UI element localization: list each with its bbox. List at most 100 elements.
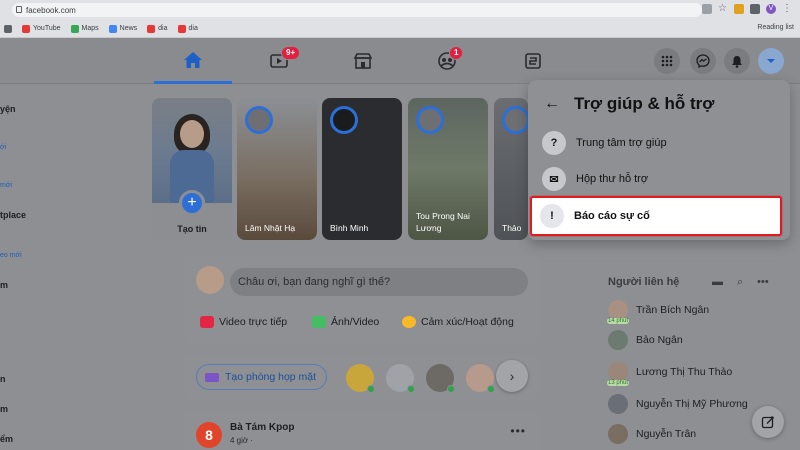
story-avatar	[330, 106, 358, 134]
sidebar-item-7[interactable]: n	[0, 374, 6, 384]
help-center-item[interactable]: ? Trung tâm trợ giúp	[538, 126, 782, 160]
marketplace-icon	[353, 53, 373, 69]
bookmark-dia-2[interactable]: dia	[177, 24, 198, 33]
story-avatar	[245, 106, 273, 134]
facebook-top-nav: 9+ 1	[0, 38, 800, 84]
sidebar-item-3[interactable]: mới	[0, 182, 12, 189]
feeling-activity-button[interactable]: Cảm xúc/Hoạt động	[402, 316, 514, 328]
exclamation-icon: !	[540, 204, 564, 228]
tab-groups[interactable]: 1	[408, 38, 486, 84]
contact-item[interactable]: 13 phút Lương Thị Thu Thảo	[607, 362, 732, 386]
puzzle-icon[interactable]	[750, 4, 760, 14]
extension-icon[interactable]	[734, 4, 744, 14]
post-time[interactable]: 4 giờ ·	[230, 436, 253, 445]
avatar[interactable]	[196, 266, 224, 294]
sidebar-item-2[interactable]: ới	[0, 144, 6, 151]
tab-home[interactable]	[154, 38, 232, 84]
story-name: Thảo	[502, 223, 522, 233]
story-name: Tou Prong Nai Lương	[416, 211, 470, 233]
story-avatar	[416, 106, 444, 134]
new-message-button[interactable]	[752, 406, 784, 438]
tab-watch[interactable]: 9+	[240, 38, 318, 84]
avatar[interactable]	[346, 364, 375, 393]
story-name: Lâm Nhật Hạ	[245, 223, 296, 233]
caret-down-icon	[767, 59, 775, 63]
post-author[interactable]: Bà Tám Kpop	[230, 422, 294, 433]
more-icon[interactable]: •••	[757, 276, 769, 289]
browser-toolbar: facebook.com ☆ V ⋮	[0, 0, 800, 20]
contact-item[interactable]: Nguyễn Thị Mỹ Phương	[608, 394, 748, 414]
menu-header: ← Trợ giúp & hỗ trợ	[544, 94, 714, 114]
translate-icon[interactable]	[702, 4, 712, 14]
bookmark-apps[interactable]	[4, 24, 12, 33]
sidebar-item-9[interactable]: ểm	[0, 434, 13, 444]
sidebar-item-6[interactable]: m	[0, 280, 8, 290]
groups-icon: 1	[437, 46, 464, 70]
star-icon[interactable]: ☆	[718, 4, 728, 14]
back-arrow-icon[interactable]: ←	[544, 95, 560, 113]
avatar	[608, 394, 628, 414]
sidebar-item-marketplace[interactable]: tplace	[0, 210, 26, 220]
tab-gaming[interactable]	[494, 38, 572, 84]
sidebar-item-8[interactable]: m	[0, 404, 8, 414]
story-name: Bình Minh	[330, 223, 369, 233]
bookmark-news[interactable]: News	[108, 24, 137, 33]
contact-item[interactable]: Nguyễn Trân	[608, 424, 696, 444]
photo-icon	[312, 316, 326, 328]
video-camera-icon	[205, 372, 219, 382]
composer-input[interactable]: Châu ơi, bạn đang nghĩ gì thế?	[230, 268, 528, 296]
menu-title: Trợ giúp & hỗ trợ	[574, 94, 715, 113]
grid-icon	[661, 55, 673, 67]
contacts-actions: ▬ ⌕ •••	[712, 276, 769, 289]
story-card[interactable]: Lâm Nhật Hạ	[237, 98, 317, 240]
contacts-title: Người liên hệ	[608, 276, 680, 288]
mail-icon: ✉	[542, 167, 566, 191]
edit-icon	[761, 416, 774, 429]
avatar[interactable]	[466, 364, 495, 393]
more-options-icon[interactable]: •••	[510, 424, 526, 438]
notifications-button[interactable]	[724, 48, 750, 74]
live-video-button[interactable]: Video trực tiếp	[200, 316, 287, 328]
story-card[interactable]: Bình Minh	[322, 98, 402, 240]
avatar[interactable]	[386, 364, 415, 393]
support-inbox-item[interactable]: ✉ Hộp thư hỗ trợ	[538, 162, 782, 196]
story-card[interactable]: Thảo	[494, 98, 528, 240]
create-story-card[interactable]: + Tạo tin	[152, 98, 232, 240]
tab-marketplace[interactable]	[324, 38, 402, 84]
search-icon[interactable]: ⌕	[737, 276, 743, 289]
profile-avatar-icon[interactable]: V	[766, 4, 776, 14]
bookmark-dia-1[interactable]: dia	[147, 24, 168, 33]
report-problem-item[interactable]: ! Báo cáo sự cố	[530, 196, 782, 236]
messenger-button[interactable]	[690, 48, 716, 74]
contact-item[interactable]: Bảo Ngân	[608, 330, 683, 350]
watch-badge: 9+	[281, 46, 301, 60]
sidebar-item-1[interactable]: yện	[0, 104, 16, 114]
menu-dots-icon[interactable]: ⋮	[782, 4, 792, 14]
url-text: facebook.com	[26, 5, 76, 15]
next-button[interactable]: ›	[496, 360, 528, 392]
avatar[interactable]	[426, 364, 455, 393]
account-menu-button[interactable]	[758, 48, 784, 74]
post-author-avatar[interactable]: 8	[196, 422, 222, 448]
bookmark-youtube[interactable]: YouTube	[22, 24, 61, 33]
plus-icon: +	[179, 190, 205, 216]
bookmarks-bar: YouTube Maps News dia dia Reading list	[0, 20, 800, 38]
reading-list[interactable]: Reading list	[757, 24, 794, 31]
extension-icons: ☆ V ⋮	[702, 4, 792, 14]
question-icon: ?	[542, 131, 566, 155]
bookmark-maps[interactable]: Maps	[70, 24, 99, 33]
video-call-icon[interactable]: ▬	[712, 276, 723, 289]
address-bar[interactable]: facebook.com	[12, 3, 702, 17]
photo-video-button[interactable]: Ảnh/Video	[312, 316, 379, 328]
groups-badge: 1	[449, 46, 464, 60]
avatar	[608, 330, 628, 350]
story-avatar	[502, 106, 528, 134]
messenger-icon	[696, 54, 710, 68]
sidebar-item-5[interactable]: eo mới	[0, 252, 22, 259]
story-card[interactable]: Tou Prong Nai Lương	[408, 98, 488, 240]
create-room-button[interactable]: Tạo phòng họp mặt	[196, 364, 328, 390]
menu-grid-button[interactable]	[654, 48, 680, 74]
contact-item[interactable]: 14 phút Trần Bích Ngân	[607, 300, 709, 324]
gaming-icon	[525, 53, 541, 69]
live-video-icon	[200, 316, 214, 328]
